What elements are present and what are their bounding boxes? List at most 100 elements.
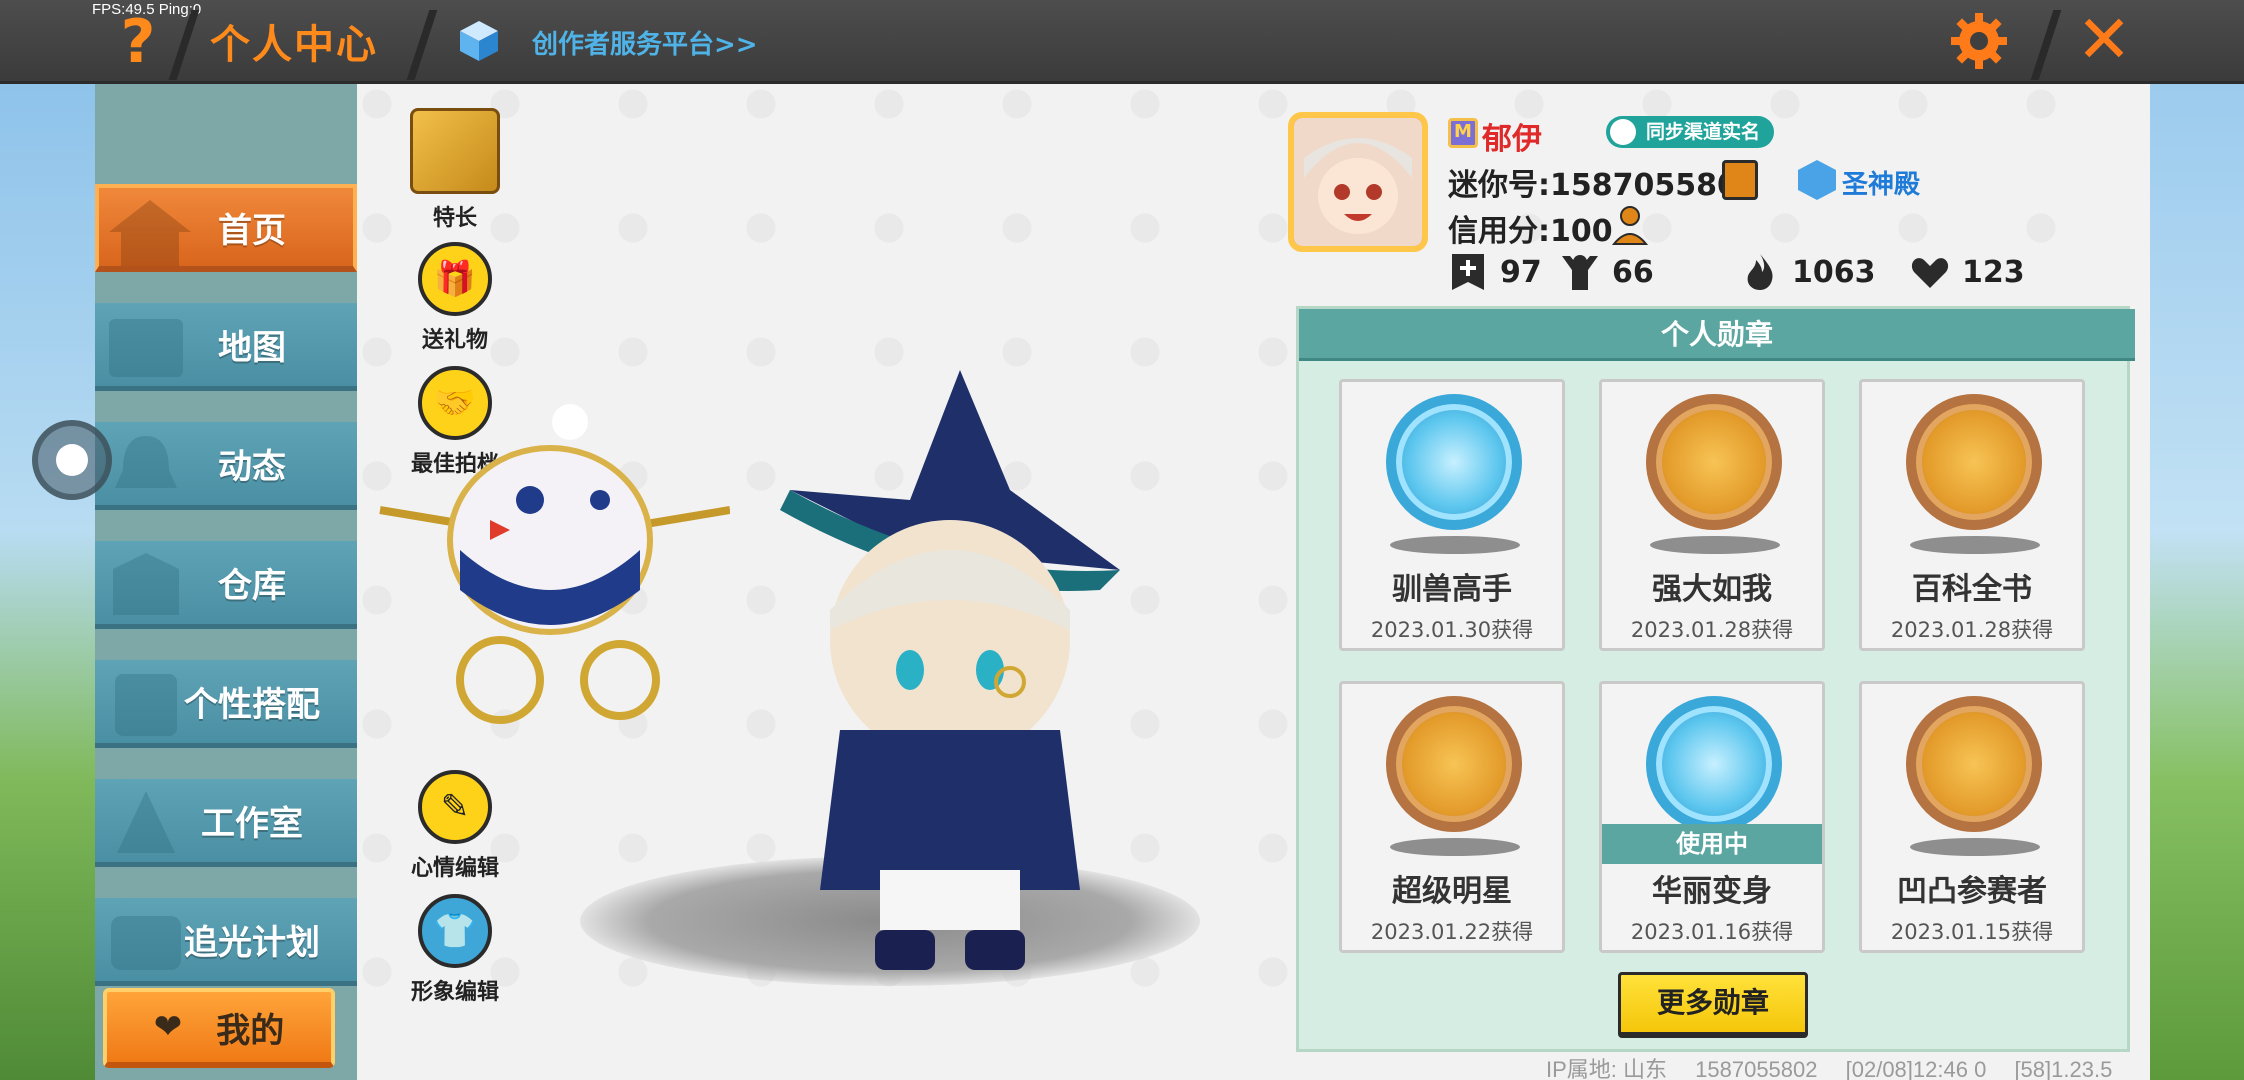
flame-icon: [1747, 254, 1773, 290]
medal-card[interactable]: 驯兽高手 2023.01.30获得: [1339, 379, 1565, 651]
medal-panel: 个人勋章 驯兽高手 2023.01.30获得 强大如我 2023.01.28获得…: [1296, 306, 2135, 1052]
help-button[interactable]: ?: [112, 8, 164, 76]
floating-assistive-ball[interactable]: [32, 420, 112, 500]
background-scene-right: [2149, 84, 2244, 1080]
medal-name: 超级明星: [1392, 874, 1512, 909]
medal-card[interactable]: 凹凸参赛者 2023.01.15获得: [1859, 681, 2085, 953]
add-follow-icon: [1452, 254, 1484, 290]
medal-name: 强大如我: [1652, 572, 1772, 607]
sidebar-item-feed[interactable]: 动态: [95, 422, 357, 510]
strong-medal-icon: [1646, 394, 1782, 530]
gift-icon: 🎁: [418, 242, 492, 316]
medal-pedestal: [1910, 536, 2040, 554]
more-medals-button[interactable]: 更多勋章: [1618, 972, 1808, 1038]
sidebar-item-outfit[interactable]: 个性搭配: [95, 660, 357, 748]
medal-date: 2023.01.16获得: [1630, 920, 1794, 944]
following-stat[interactable]: 66: [1560, 250, 1654, 294]
header-divider: [406, 10, 438, 80]
header-divider: [168, 10, 200, 80]
footer-info: IP属地: 山东 1587055802 [02/08]12:46 0 [58]1…: [1546, 1052, 2134, 1080]
page-title: 个人中心: [210, 22, 378, 68]
medal-date: 2023.01.28获得: [1890, 618, 2054, 642]
temple-link[interactable]: 圣神殿: [1842, 164, 1920, 201]
sidebar-item-map[interactable]: 地图: [95, 303, 357, 391]
sidebar-item-home[interactable]: 首页: [95, 184, 357, 272]
rank-badge-icon: M: [1448, 118, 1478, 148]
encyclopedia-medal-icon: [1906, 394, 2042, 530]
sync-real-name-label: 同步渠道实名: [1646, 121, 1761, 143]
mood-edit-action[interactable]: ✎ 心情编辑: [400, 770, 510, 882]
sidebar-item-chase-light[interactable]: 追光计划: [95, 898, 357, 986]
appearance-edit-action[interactable]: 👕 形象编辑: [400, 894, 510, 1006]
medal-name: 凹凸参赛者: [1897, 874, 2047, 909]
sidebar-item-label: 仓库: [218, 566, 286, 606]
footer-time: [02/08]12:46 0: [1845, 1057, 1987, 1080]
heart-icon: ❤: [153, 1007, 183, 1047]
sidebar-item-studio[interactable]: 工作室: [95, 779, 357, 867]
mini-id: 迷你号:1587055802: [1448, 168, 1759, 203]
top-bar: FPS:49.5 Ping:0 ? 个人中心 创作者服务平台>> ✕: [0, 0, 2244, 84]
footer-uid: 1587055802: [1695, 1057, 1818, 1080]
specialty-icon: [410, 108, 500, 194]
sidebar-item-warehouse[interactable]: 仓库: [95, 541, 357, 629]
likes-count: 123: [1962, 254, 2025, 290]
pet-vehicle-figure[interactable]: [370, 380, 730, 740]
creator-cube-icon[interactable]: [456, 18, 502, 64]
gear-icon[interactable]: [1948, 10, 2010, 72]
mine-button[interactable]: ❤ 我的: [103, 988, 335, 1068]
popularity-stat: 1063: [1740, 250, 1876, 294]
copy-icon[interactable]: [1722, 160, 1758, 200]
close-button[interactable]: ✕: [2072, 7, 2136, 73]
user-verify-icon: [1610, 119, 1636, 145]
specialty-action[interactable]: 特长: [400, 108, 510, 232]
user-nickname: 郁伊: [1482, 122, 1542, 157]
ip-location: IP属地: 山东: [1546, 1057, 1668, 1080]
medal-pedestal: [1910, 838, 2040, 856]
sidebar: 首页 地图 动态 仓库 个性搭配 工作室 追光计划 ❤ 我的: [95, 84, 357, 1080]
medal-date: 2023.01.30获得: [1370, 618, 1534, 642]
medal-pedestal: [1650, 536, 1780, 554]
followers-stat[interactable]: 97: [1448, 250, 1542, 294]
appearance-edit-label: 形象编辑: [410, 980, 499, 1005]
medal-card[interactable]: 超级明星 2023.01.22获得: [1339, 681, 1565, 953]
creator-platform-link[interactable]: 创作者服务平台>>: [532, 24, 758, 61]
sidebar-item-label: 动态: [218, 447, 286, 487]
sidebar-item-label: 工作室: [201, 804, 303, 844]
animal-tamer-medal-icon: [1386, 394, 1522, 530]
following-count: 66: [1612, 254, 1654, 290]
medal-date: 2023.01.28获得: [1630, 618, 1794, 642]
avatar-portrait: [1294, 118, 1422, 246]
superstar-medal-icon: [1386, 696, 1522, 832]
player-avatar-figure[interactable]: [760, 370, 1140, 980]
mine-label: 我的: [216, 1010, 285, 1051]
medal-card[interactable]: 百科全书 2023.01.28获得: [1859, 379, 2085, 651]
medal-name: 百科全书: [1912, 572, 2032, 607]
medal-name: 驯兽高手: [1392, 572, 1512, 607]
send-gift-action[interactable]: 🎁 送礼物: [400, 242, 510, 354]
sidebar-item-label: 地图: [218, 328, 286, 368]
in-use-badge: 使用中: [1602, 824, 1822, 864]
avatar[interactable]: [1288, 112, 1428, 252]
sync-real-name-badge[interactable]: 同步渠道实名: [1606, 116, 1775, 148]
likes-stat[interactable]: 123: [1910, 250, 2025, 294]
mood-edit-label: 心情编辑: [410, 856, 499, 881]
medal-card[interactable]: 强大如我 2023.01.28获得: [1599, 379, 1825, 651]
sidebar-item-label: 个性搭配: [184, 685, 320, 725]
medal-pedestal: [1390, 536, 1520, 554]
medal-card[interactable]: 使用中 华丽变身 2023.01.16获得: [1599, 681, 1825, 953]
footer-version: [58]1.23.5: [2014, 1057, 2113, 1080]
popularity-count: 1063: [1792, 254, 1876, 290]
credit-user-icon[interactable]: [1612, 204, 1654, 246]
medal-panel-title: 个人勋章: [1299, 309, 2135, 361]
hearts-icon: [1911, 258, 1949, 288]
outfit-shirt-icon: 👕: [418, 894, 492, 968]
background-scene-left: [0, 84, 95, 1080]
credit-score: 信用分:100: [1448, 214, 1613, 249]
medal-date: 2023.01.15获得: [1890, 920, 2054, 944]
sidebar-item-label: 追光计划: [184, 923, 320, 963]
medal-date: 2023.01.22获得: [1370, 920, 1534, 944]
header-divider: [2030, 10, 2062, 80]
send-gift-label: 送礼物: [421, 328, 488, 353]
medal-name: 华丽变身: [1652, 874, 1772, 909]
medal-pedestal: [1390, 838, 1520, 856]
